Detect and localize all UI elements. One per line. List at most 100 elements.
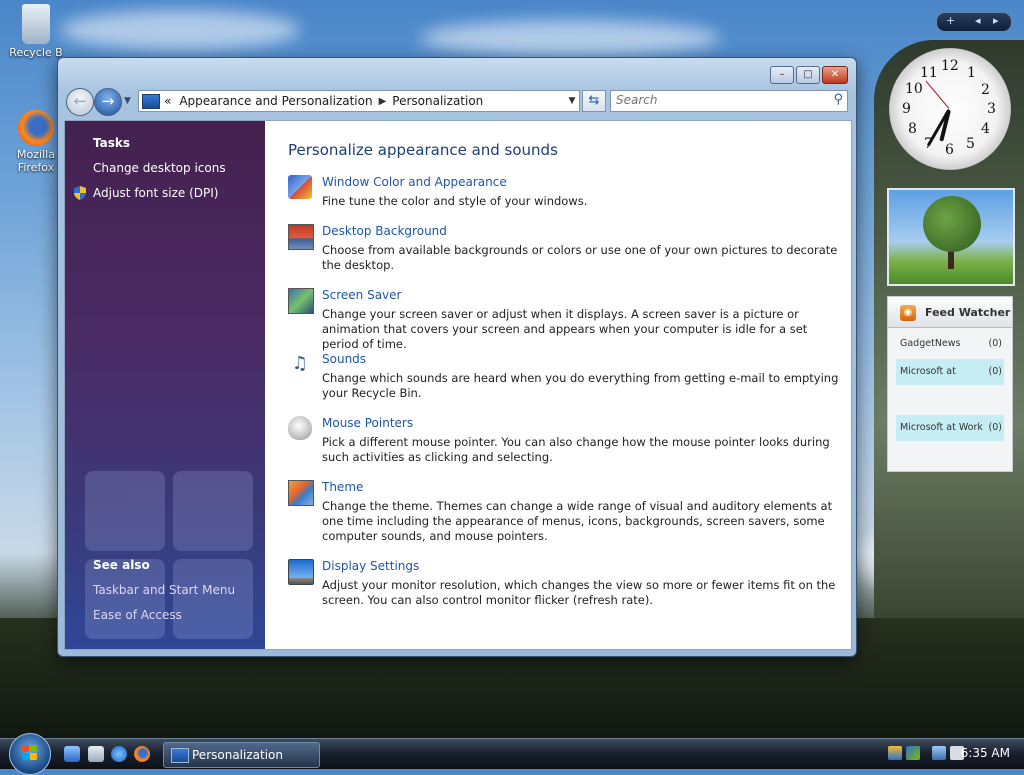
clock-numeral: 9 <box>902 101 911 117</box>
windows-explorer-quicklaunch-icon[interactable] <box>64 746 80 762</box>
breadcrumb-separator-icon[interactable]: ▶ <box>379 96 387 107</box>
clock-numeral: 12 <box>941 58 959 74</box>
sky-cloud <box>60 10 300 50</box>
ease-of-access-link[interactable]: Ease of Access <box>93 608 182 622</box>
taskbar-button-label: Personalization <box>192 748 283 762</box>
windows-defender-icon[interactable] <box>906 746 920 760</box>
desktop-icon-recycle-bin[interactable]: Recycle B <box>4 4 68 59</box>
forward-button[interactable]: → <box>94 88 122 116</box>
switch-windows-icon[interactable] <box>88 746 104 762</box>
display-settings-link[interactable]: Display Settings <box>322 559 419 573</box>
item-description: Choose from available backgrounds or col… <box>322 243 838 272</box>
control-panel-icon <box>171 748 189 763</box>
feed-name: Microsoft at Work <box>900 422 983 433</box>
search-box[interactable]: ⚲ <box>610 90 848 112</box>
feed-name: Microsoft at <box>900 366 956 377</box>
address-bar[interactable]: « Appearance and Personalization ▶ Perso… <box>138 90 580 112</box>
add-gadget-button[interactable]: + <box>946 14 955 27</box>
feed-title: Feed Watcher <box>925 306 1011 319</box>
window-color-icon <box>288 175 312 199</box>
next-gadget-button[interactable]: ▸ <box>993 14 999 27</box>
mouse-cursor-icon <box>668 394 678 412</box>
network-icon[interactable] <box>932 746 946 760</box>
item-description: Change your screen saver or adjust when … <box>322 307 808 351</box>
close-button[interactable]: ✕ <box>822 66 848 84</box>
minimize-button[interactable]: – <box>770 66 794 84</box>
see-also-heading: See also <box>93 558 150 572</box>
clock-minute-hand <box>926 108 951 147</box>
feed-row[interactable]: Microsoft at (0) <box>896 359 1004 385</box>
clock-numeral: 10 <box>905 81 923 97</box>
theme-icon <box>288 480 314 506</box>
screen-saver-icon <box>288 288 314 314</box>
sounds-link[interactable]: Sounds <box>322 352 366 366</box>
feed-header: ◉ Feed Watcher <box>888 297 1012 328</box>
feed-name: GadgetNews <box>900 338 961 349</box>
maximize-button[interactable]: □ <box>796 66 820 84</box>
address-chevron[interactable]: « <box>164 94 171 108</box>
item-description: Pick a different mouse pointer. You can … <box>322 435 830 464</box>
item-description: Change the theme. Themes can change a wi… <box>322 499 833 543</box>
change-desktop-icons-link[interactable]: Change desktop icons <box>93 161 226 175</box>
start-button[interactable] <box>9 733 51 775</box>
personalization-window[interactable]: – □ ✕ ← → ▼ « Appearance and Personaliza… <box>57 57 857 657</box>
clock-numeral: 6 <box>945 142 954 158</box>
clock-time[interactable]: 6:35 AM <box>961 746 1010 760</box>
content-area: Tasks Change desktop icons Adjust font s… <box>64 120 852 650</box>
breadcrumb-appearance[interactable]: Appearance and Personalization <box>179 94 372 108</box>
sky-cloud <box>420 20 720 56</box>
feed-count: (0) <box>988 422 1002 433</box>
security-shield-icon[interactable] <box>888 746 902 760</box>
previous-gadget-button[interactable]: ◂ <box>975 14 981 27</box>
system-tray: 6:35 AM <box>868 739 1024 769</box>
firefox-icon <box>18 110 54 146</box>
clock-numeral: 5 <box>966 136 975 152</box>
page-title: Personalize appearance and sounds <box>288 141 558 159</box>
control-panel-icon <box>142 93 160 109</box>
feed-row[interactable]: GadgetNews (0) <box>896 331 1004 357</box>
navigation-bar: ← → ▼ « Appearance and Personalization ▶… <box>66 88 848 116</box>
recent-pages-dropdown[interactable]: ▼ <box>124 96 131 106</box>
clock-gadget[interactable]: 12 1 2 3 4 5 6 7 8 9 10 11 <box>889 48 1011 170</box>
clock-second-hand <box>925 80 950 109</box>
taskbar-start-menu-link[interactable]: Taskbar and Start Menu <box>93 583 235 597</box>
adjust-font-size-link[interactable]: Adjust font size (DPI) <box>93 186 218 200</box>
theme-link[interactable]: Theme <box>322 480 363 494</box>
desktop-icon-label: Recycle B <box>9 46 63 59</box>
feed-watcher-gadget[interactable]: ◉ Feed Watcher GadgetNews (0) Microsoft … <box>887 296 1013 472</box>
feed-row[interactable]: Microsoft at Work (0) <box>896 415 1004 441</box>
uac-shield-icon <box>74 186 86 200</box>
mouse-pointers-icon <box>288 416 312 440</box>
window-color-link[interactable]: Window Color and Appearance <box>322 175 507 189</box>
task-sidebar: Tasks Change desktop icons Adjust font s… <box>65 121 265 649</box>
back-button[interactable]: ← <box>66 88 94 116</box>
taskbar-button-personalization[interactable]: Personalization <box>163 742 320 768</box>
address-dropdown-icon[interactable]: ▼ <box>565 96 579 106</box>
search-icon[interactable]: ⚲ <box>833 92 843 107</box>
breadcrumb-personalization[interactable]: Personalization <box>392 94 483 108</box>
mouse-pointers-link[interactable]: Mouse Pointers <box>322 416 413 430</box>
refresh-button[interactable]: ⇆ <box>582 90 606 112</box>
recycle-bin-icon <box>22 4 50 44</box>
desktop-background-link[interactable]: Desktop Background <box>322 224 447 238</box>
windows-logo-icon <box>22 745 38 761</box>
clock-numeral: 8 <box>908 121 917 137</box>
screen-saver-link[interactable]: Screen Saver <box>322 288 401 302</box>
window-controls: – □ ✕ <box>770 66 848 84</box>
item-description: Change which sounds are heard when you d… <box>322 371 839 400</box>
tree-canopy <box>923 196 981 252</box>
item-description: Adjust your monitor resolution, which ch… <box>322 578 836 607</box>
clock-numeral: 3 <box>987 101 996 117</box>
back-arrow-icon: ← <box>73 92 87 110</box>
search-input[interactable] <box>611 91 816 109</box>
internet-explorer-icon[interactable] <box>111 746 127 762</box>
slideshow-gadget[interactable] <box>887 188 1015 286</box>
item-description: Fine tune the color and style of your wi… <box>322 194 588 208</box>
clock-numeral: 2 <box>981 82 990 98</box>
firefox-quicklaunch-icon[interactable] <box>134 746 150 762</box>
clock-numeral: 4 <box>981 121 990 137</box>
tasks-heading: Tasks <box>93 136 131 150</box>
gadget-controls: + ◂ ▸ <box>936 12 1012 32</box>
sounds-icon: ♫ <box>291 353 309 374</box>
clock-numeral: 11 <box>920 65 938 81</box>
